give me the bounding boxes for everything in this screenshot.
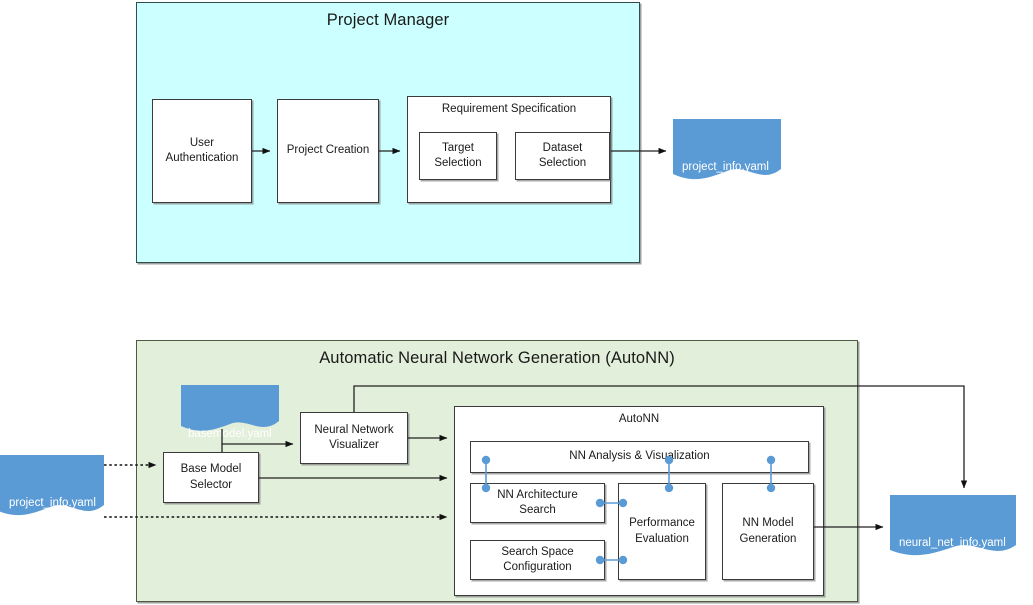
neural-network-visualizer-box[interactable]: Neural Network Visualizer xyxy=(300,412,408,464)
neural-network-visualizer-label: Neural Network Visualizer xyxy=(314,423,394,451)
user-authentication-box[interactable]: User Authentication xyxy=(152,99,252,203)
target-selection-box[interactable]: Target Selection xyxy=(419,132,497,180)
dataset-selection-label: Dataset Selection xyxy=(538,141,587,169)
performance-evaluation-label: Performance Evaluation xyxy=(629,517,695,545)
user-authentication-label: User Authentication xyxy=(165,136,239,164)
autonn-box-title: AutoNN xyxy=(618,413,660,425)
nn-model-generation-box[interactable]: NN Model Generation xyxy=(722,483,814,580)
nn-model-generation-label: NN Model Generation xyxy=(739,517,797,545)
autonn-section-title: Automatic Neural Network Generation (Aut… xyxy=(319,349,675,367)
project-manager-title: Project Manager xyxy=(326,11,450,29)
nn-architecture-search-box[interactable]: NN Architecture Search xyxy=(470,483,605,523)
project-manager-output-document[interactable]: project_info.yaml dataset.yaml xyxy=(673,119,781,222)
target-selection-label: Target Selection xyxy=(434,141,482,169)
dataset-selection-box[interactable]: Dataset Selection xyxy=(515,132,610,180)
nn-architecture-search-label: NN Architecture Search xyxy=(497,488,578,516)
autonn-input-document[interactable]: project_info.yaml dataset.yaml xyxy=(0,455,104,558)
base-model-selector-box[interactable]: Base Model Selector xyxy=(163,452,259,503)
requirement-specification-title: Requirement Specification xyxy=(441,103,577,115)
base-model-selector-label: Base Model Selector xyxy=(180,463,242,491)
search-space-configuration-label: Search Space Configuration xyxy=(501,545,574,573)
project-creation-label: Project Creation xyxy=(286,144,370,157)
performance-evaluation-box[interactable]: Performance Evaluation xyxy=(618,483,706,580)
project-creation-box[interactable]: Project Creation xyxy=(277,99,379,203)
nn-analysis-visualization-label: NN Analysis & Visualization xyxy=(569,450,710,463)
basemodel-document[interactable]: basemodel.yaml xyxy=(181,385,279,440)
search-space-configuration-box[interactable]: Search Space Configuration xyxy=(470,540,605,580)
diagram-canvas: Project Manager User Authentication Proj… xyxy=(0,0,1033,605)
nn-analysis-visualization-box[interactable]: NN Analysis & Visualization xyxy=(470,441,809,473)
autonn-output-document[interactable]: neural_net_info.yaml *.onnx/*.pt xyxy=(890,495,1016,598)
